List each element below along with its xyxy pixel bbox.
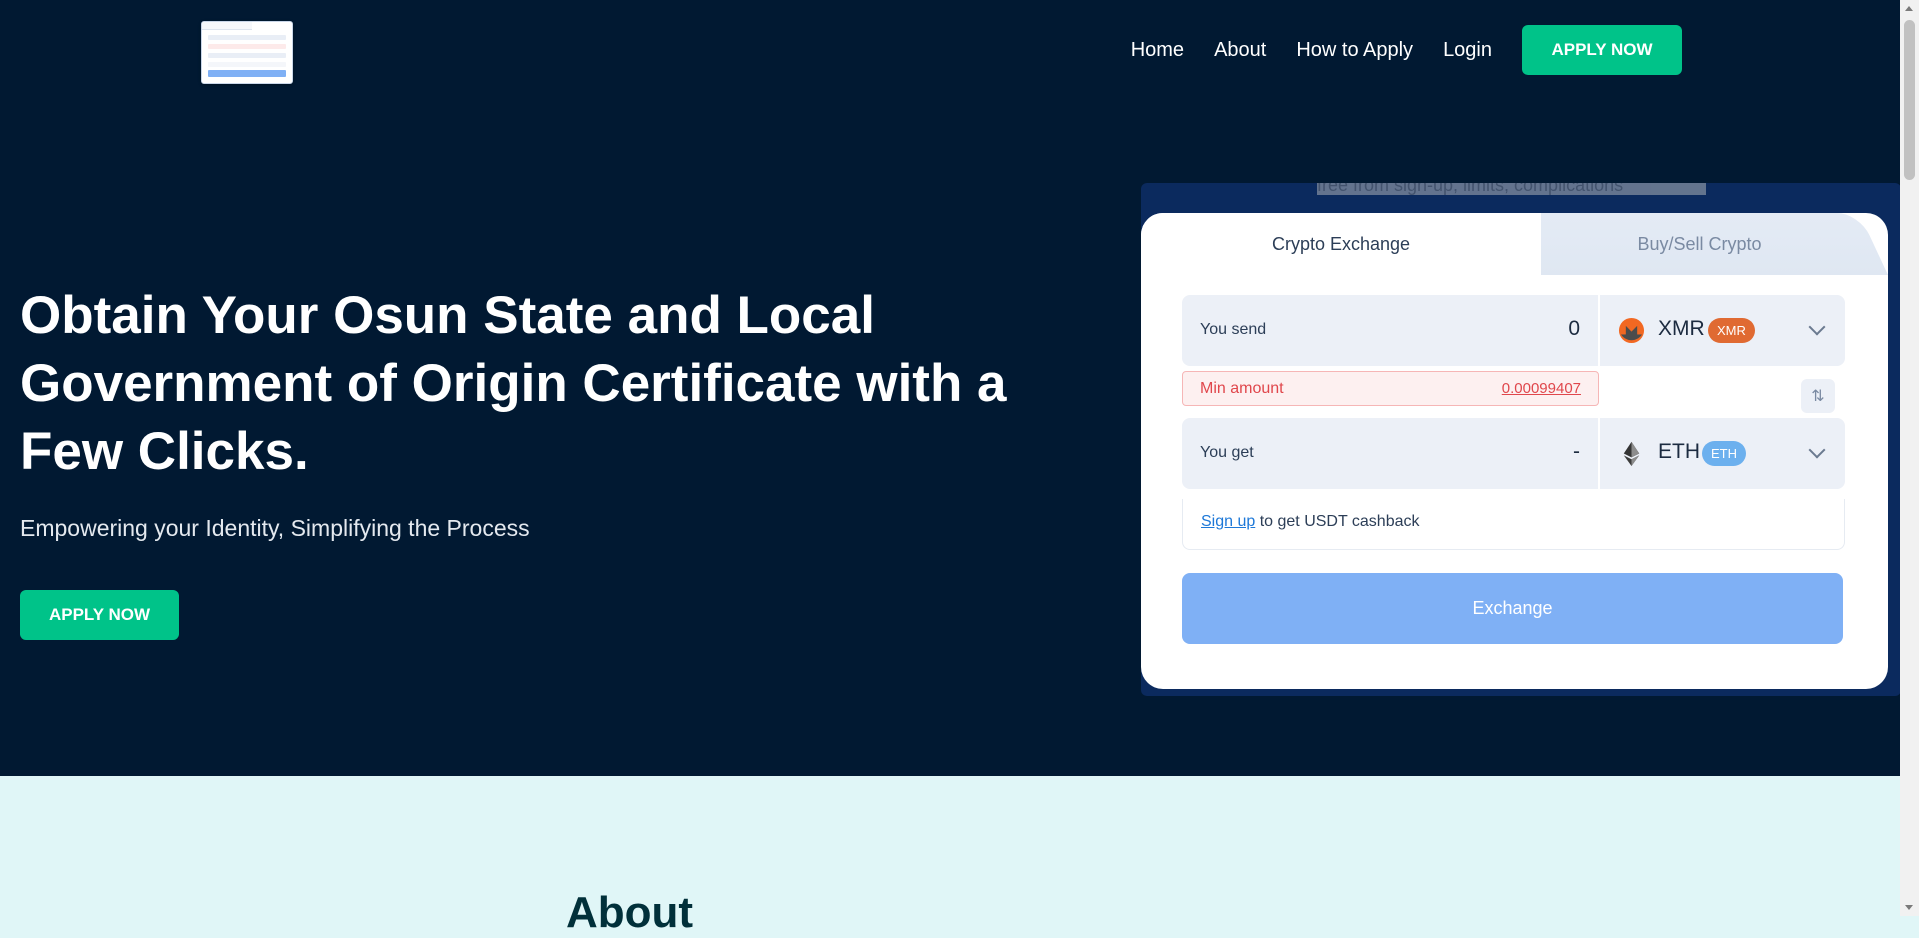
cashback-text: to get USDT cashback	[1259, 513, 1420, 530]
get-field: You get -	[1182, 418, 1598, 489]
exchange-tabs: Crypto Exchange Buy/Sell Crypto	[1141, 213, 1888, 275]
tab-buy-sell-crypto[interactable]: Buy/Sell Crypto	[1511, 213, 1888, 275]
logo-preview-row	[208, 35, 286, 40]
get-label: You get	[1200, 444, 1254, 461]
chevron-down-icon	[1808, 318, 1826, 336]
send-row: You send 0 XMR XMR	[1182, 295, 1884, 366]
swap-icon[interactable]: ⇅	[1801, 379, 1835, 413]
send-amount-input[interactable]: 0	[1568, 317, 1580, 341]
top-nav: Home About How to Apply Login APPLY NOW	[1131, 25, 1682, 75]
exchange-button[interactable]: Exchange	[1182, 573, 1843, 644]
logo-preview-row	[208, 53, 286, 58]
sign-up-link[interactable]: Sign up	[1201, 513, 1255, 530]
send-network-badge: XMR	[1708, 318, 1755, 343]
get-currency-select[interactable]: ETH ETH	[1600, 418, 1845, 489]
hero-headline: Obtain Your Osun State and Local Governm…	[20, 286, 1007, 481]
ethereum-icon	[1623, 441, 1640, 467]
monero-icon	[1618, 317, 1645, 344]
nav-about[interactable]: About	[1214, 39, 1266, 62]
chevron-down-icon	[1808, 441, 1826, 459]
min-amount-label: Min amount	[1200, 380, 1284, 397]
cashback-note: Sign up to get USDT cashback	[1182, 499, 1845, 550]
widget-tagline: free from sign-up, limits, complications	[1317, 183, 1706, 195]
logo-preview-row	[208, 44, 286, 49]
min-amount-value[interactable]: 0.00099407	[1502, 380, 1581, 397]
exchange-card: Crypto Exchange Buy/Sell Crypto You send…	[1141, 213, 1888, 689]
nav-apply-button[interactable]: APPLY NOW	[1522, 25, 1682, 75]
get-network-badge: ETH	[1702, 441, 1746, 466]
page-scrollbar[interactable]	[1900, 0, 1919, 916]
about-heading: About	[566, 888, 694, 937]
scrollbar-thumb[interactable]	[1904, 20, 1915, 180]
hero-section: Home About How to Apply Login APPLY NOW …	[0, 0, 1901, 776]
scroll-up-icon[interactable]	[1905, 6, 1913, 11]
get-row: You get - ETH ETH	[1182, 418, 1884, 489]
logo-preview-button	[208, 70, 286, 77]
get-amount: -	[1573, 440, 1580, 463]
scroll-down-icon[interactable]	[1905, 905, 1913, 910]
nav-how-to-apply[interactable]: How to Apply	[1296, 39, 1413, 62]
tab-crypto-exchange[interactable]: Crypto Exchange	[1141, 213, 1541, 275]
send-currency-code: XMR	[1658, 317, 1705, 340]
logo-preview-row	[208, 62, 286, 67]
logo-preview-tab	[202, 22, 252, 30]
hero-subline: Empowering your Identity, Simplifying th…	[20, 515, 530, 541]
send-field[interactable]: You send 0	[1182, 295, 1598, 366]
nav-home[interactable]: Home	[1131, 39, 1184, 62]
hero-apply-button[interactable]: APPLY NOW	[20, 590, 179, 640]
send-label: You send	[1200, 321, 1267, 338]
min-amount-warning: Min amount 0.00099407	[1182, 371, 1599, 406]
get-currency-code: ETH	[1658, 440, 1700, 463]
site-logo[interactable]	[201, 21, 293, 84]
exchange-widget: free from sign-up, limits, complications…	[1141, 183, 1901, 696]
nav-login[interactable]: Login	[1443, 39, 1492, 62]
send-currency-select[interactable]: XMR XMR	[1600, 295, 1845, 366]
